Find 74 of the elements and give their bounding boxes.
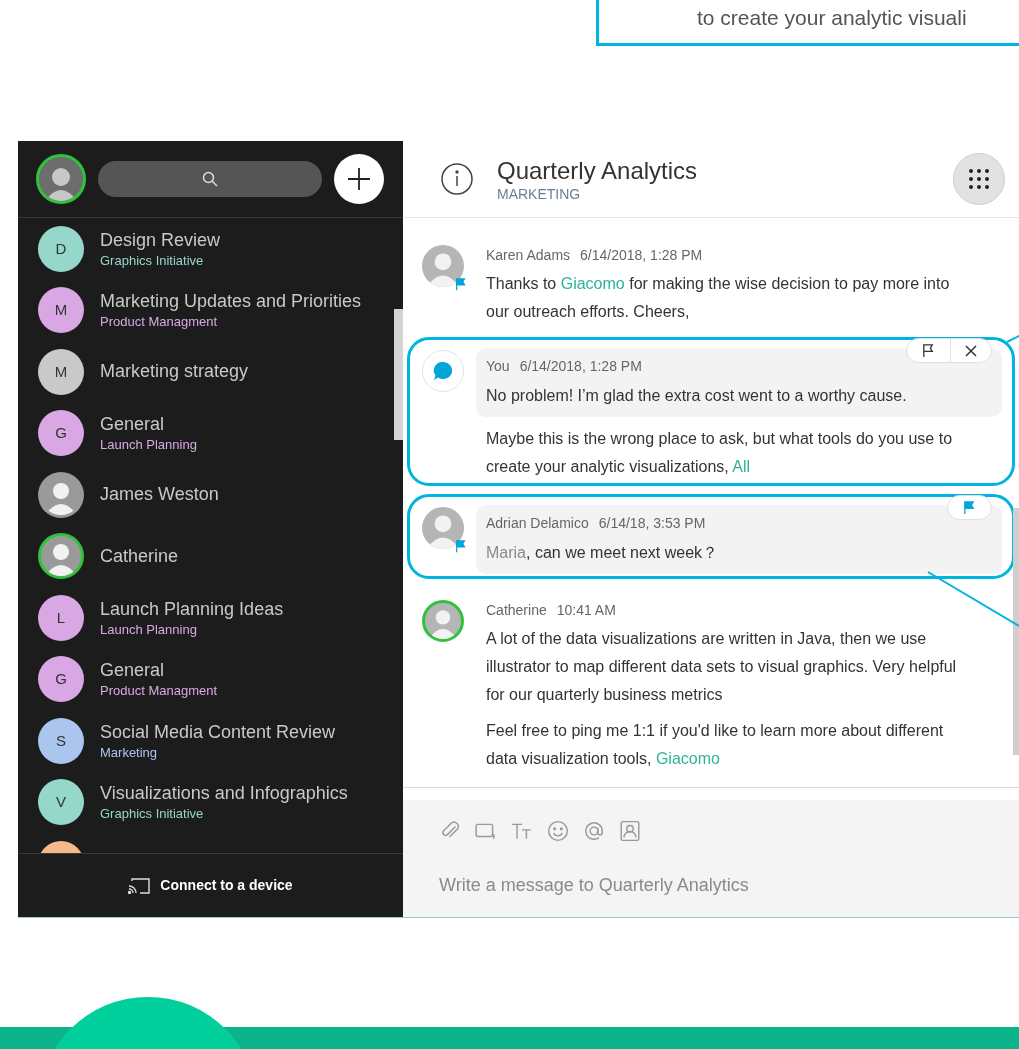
message-text: No problem! I’m glad the extra cost went to a worthy cause.	[485, 386, 908, 406]
space-avatar: V	[38, 779, 84, 826]
space-title: Marketing Updates and Priorities	[100, 290, 362, 314]
search-icon	[202, 171, 218, 187]
space-title: Design Review	[100, 228, 221, 252]
space-avatar: G	[38, 410, 84, 457]
at-sign-icon[interactable]	[583, 820, 605, 842]
message-time: 6/14/18, 3:53 PM	[598, 514, 706, 533]
space-title: General	[100, 413, 166, 437]
space-subtitle: Graphics Initiative	[100, 805, 205, 823]
apps-button[interactable]	[953, 153, 1005, 205]
space-subtitle: Product Managment	[100, 682, 218, 700]
space-title: Social Media Content Review	[100, 720, 336, 744]
info-icon[interactable]	[441, 163, 473, 195]
space-subtitle: Product Managment	[100, 313, 219, 331]
author-name: You	[486, 357, 510, 376]
space-subtitle: Launch Planning	[100, 436, 197, 454]
user-avatar[interactable]	[36, 154, 86, 204]
search-field[interactable]	[98, 161, 322, 197]
space-title: Quarterly Analytics	[497, 156, 699, 186]
flag-icon	[921, 343, 936, 358]
space-list-item[interactable]: M Marketing strategy	[18, 341, 394, 403]
message-text: Maybe this is the wrong place to ask, but what tools do you use to create your analytic visualizations, All	[485, 429, 954, 477]
message-time: 6/14/2018, 1:28 PM	[519, 357, 642, 376]
message-text: Feel free to ping me 1:1 if you'd like to learn more about different data visualization tools, Giacomo	[485, 721, 945, 769]
emoji-icon[interactable]	[547, 820, 569, 842]
space-avatar: L	[38, 594, 84, 641]
space-subtitle: Marketing	[100, 743, 159, 761]
close-icon	[965, 344, 977, 357]
space-list-item[interactable]: Catherine	[18, 525, 394, 587]
contact-card-icon[interactable]	[619, 820, 641, 842]
space-list-item[interactable]: M Marketing Updates and Priorities Product Managment	[18, 279, 394, 341]
message-text: Maria, can we meet next week？	[485, 543, 720, 563]
author-name: Catherine	[486, 601, 547, 620]
space-avatar: M	[38, 287, 84, 334]
scrollbar[interactable]	[394, 309, 403, 440]
space-avatar: S	[38, 717, 84, 764]
space-avatar: D	[38, 225, 84, 272]
space-title: Launch Planning Ideas	[100, 597, 284, 621]
message-text: Thanks to Giacomo for making the wise decision to pay more into our outreach efforts. Cheers,	[485, 274, 951, 322]
message-time: 6/14/2018, 1:28 PM	[580, 246, 703, 265]
space-title: Visualizations and Infographics	[100, 782, 348, 806]
space-avatar: M	[38, 348, 84, 395]
author-name: Adrian Delamico	[486, 514, 589, 533]
space-list-item[interactable]: D Design Review Graphics Initiative	[18, 218, 394, 280]
scrollbar[interactable]	[1013, 508, 1019, 755]
space-list-item[interactable]: James Weston	[18, 464, 394, 526]
add-button[interactable]	[334, 154, 384, 204]
person-avatar	[422, 245, 464, 287]
plus-icon	[348, 168, 370, 190]
space-title: General	[100, 659, 166, 683]
person-avatar	[422, 507, 464, 549]
space-title: Marketing strategy	[100, 360, 249, 384]
space-list-item[interactable]: L Launch Planning Ideas Launch Planning	[18, 587, 394, 649]
message-text: A lot of the data visualizations are written in Java, then we use illustrator to map different data sets to visual graphics. Very helpful for our quarterly business metrics	[485, 629, 958, 705]
space-list-item[interactable]: G General Product Managment	[18, 648, 394, 710]
chat-avatar	[422, 350, 464, 392]
space-avatar: G	[38, 656, 84, 703]
space-title: Catherine	[100, 544, 179, 568]
space-list-item[interactable]: S Social Media Content Review Marketing	[18, 710, 394, 772]
space-list-item[interactable]: G General Launch Planning	[18, 402, 394, 464]
person-avatar	[38, 471, 84, 518]
space-subtitle: Graphics Initiative	[100, 251, 205, 269]
grid-icon	[968, 168, 990, 190]
connect-device-button[interactable]: Connect to a device	[128, 875, 293, 896]
flag-icon	[962, 500, 977, 515]
cast-icon	[128, 877, 151, 894]
space-subtitle: Launch Planning	[100, 620, 198, 638]
author-name: Karen Adams	[486, 246, 571, 265]
space-subtitle: MARKETING	[497, 186, 582, 202]
message-time: 10:41 AM	[556, 601, 616, 620]
space-list-item[interactable]: V Visualizations and Infographics Graphics Initiative	[18, 771, 394, 833]
callout-text: to create your analytic visuali	[697, 6, 967, 29]
space-title: James Weston	[100, 483, 219, 507]
